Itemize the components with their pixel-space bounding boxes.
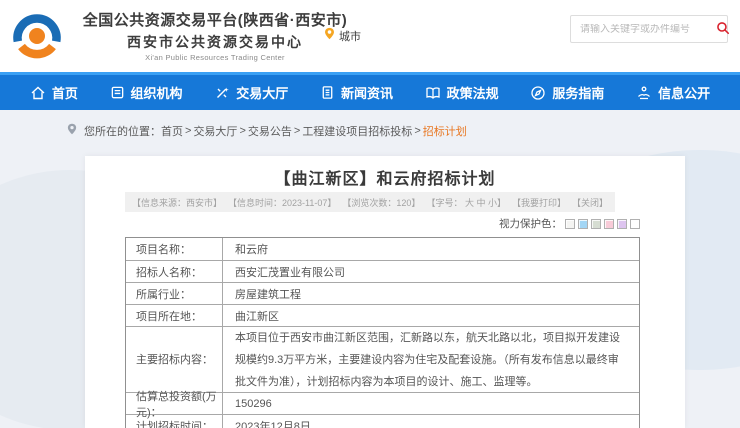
- nav-label: 组织机构: [131, 83, 183, 102]
- row-label: 所属行业：: [126, 283, 223, 304]
- bid-info-table: 项目名称： 和云府 招标人名称： 西安汇茂置业有限公司 所属行业： 房屋建筑工程…: [125, 237, 640, 428]
- nav-item-news[interactable]: 新闻资讯: [320, 83, 393, 102]
- vision-color-swatch-3[interactable]: [591, 219, 601, 229]
- search-icon: [716, 21, 730, 38]
- city-selector[interactable]: 城市: [323, 26, 361, 46]
- row-value: 150296: [223, 393, 639, 414]
- breadcrumb-trade-notice[interactable]: 交易公告: [248, 123, 292, 139]
- row-value: 曲江新区: [223, 305, 639, 326]
- site-subtitle-en: Xi'an Public Resources Trading Center: [70, 53, 360, 62]
- nav-label: 首页: [52, 83, 78, 102]
- vision-color-swatch-2[interactable]: [578, 219, 588, 229]
- nav-item-trade-hall[interactable]: 交易大厅: [214, 83, 288, 102]
- breadcrumb-separator: >: [185, 125, 191, 137]
- meta-views: 【浏览次数：120】: [342, 196, 420, 209]
- main-nav: 首页 组织机构 交易大厅 新闻资讯 政策法规 服务指南 信息公开: [0, 72, 740, 110]
- meta-print-button[interactable]: 【我要打印】: [512, 196, 566, 209]
- table-row-planned-date: 计划招标时间： 2023年12月8日: [126, 414, 639, 428]
- row-value: 房屋建筑工程: [223, 283, 639, 304]
- nav-label: 交易大厅: [236, 83, 288, 102]
- site-logo-icon: [10, 8, 64, 62]
- row-label: 主要招标内容：: [126, 327, 223, 392]
- breadcrumb-current[interactable]: 招标计划: [423, 123, 467, 139]
- nav-label: 新闻资讯: [341, 83, 393, 102]
- nav-item-home[interactable]: 首页: [30, 83, 78, 102]
- page-title: 【曲江新区】和云府招标计划: [85, 165, 685, 189]
- nav-item-info-disclosure[interactable]: 信息公开: [636, 83, 710, 102]
- table-row-industry: 所属行业： 房屋建筑工程: [126, 282, 639, 304]
- site-subtitle: 西安市公共资源交易中心: [70, 32, 360, 52]
- article-meta-bar: 【信息来源：西安市】 【信息时间：2023-11-07】 【浏览次数：120】 …: [125, 192, 615, 212]
- nav-item-policy[interactable]: 政策法规: [425, 83, 499, 102]
- vision-color-swatch-1[interactable]: [565, 219, 575, 229]
- row-value: 西安汇茂置业有限公司: [223, 261, 639, 282]
- nav-label: 政策法规: [447, 83, 499, 102]
- row-label: 计划招标时间：: [126, 415, 223, 428]
- breadcrumb-separator: >: [294, 125, 300, 137]
- nav-item-organization[interactable]: 组织机构: [110, 83, 183, 102]
- table-row-tenderer: 招标人名称： 西安汇茂置业有限公司: [126, 260, 639, 282]
- breadcrumb-separator: >: [414, 125, 420, 137]
- breadcrumb-separator: >: [239, 125, 245, 137]
- row-label: 估算总投资额(万元)：: [126, 393, 223, 414]
- city-label: 城市: [339, 28, 361, 44]
- table-row-location: 项目所在地： 曲江新区: [126, 304, 639, 326]
- row-label: 项目名称：: [126, 238, 223, 260]
- row-label: 招标人名称：: [126, 261, 223, 282]
- site-title-block: 全国公共资源交易平台(陕西省·西安市) 西安市公共资源交易中心 Xi'an Pu…: [70, 9, 360, 62]
- org-icon: [110, 85, 125, 100]
- search-box: [570, 15, 728, 43]
- vision-protect-label: 视力保护色：: [499, 216, 562, 231]
- nav-label: 信息公开: [658, 83, 710, 102]
- table-row-project-name: 项目名称： 和云府: [126, 238, 639, 260]
- vision-protect-row: 视力保护色：: [499, 216, 640, 231]
- location-pin-icon: [323, 26, 336, 46]
- breadcrumb-pin-icon: [66, 122, 78, 139]
- row-value: 2023年12月8日: [223, 415, 639, 428]
- table-row-main-content: 主要招标内容： 本项目位于西安市曲江新区范围，汇新路以东，航天北路以北，项目拟开…: [126, 326, 639, 392]
- breadcrumb: 您所在的位置： 首页 > 交易大厅 > 交易公告 > 工程建设项目招标投标 > …: [66, 122, 467, 139]
- table-row-investment: 估算总投资额(万元)： 150296: [126, 392, 639, 414]
- breadcrumb-construction-bidding[interactable]: 工程建设项目招标投标: [302, 123, 412, 139]
- search-input[interactable]: [571, 24, 716, 35]
- hand-icon: [636, 85, 652, 101]
- compass-icon: [530, 85, 546, 101]
- breadcrumb-trade-hall[interactable]: 交易大厅: [193, 123, 237, 139]
- site-title: 全国公共资源交易平台(陕西省·西安市): [70, 9, 360, 30]
- site-header: 全国公共资源交易平台(陕西省·西安市) 西安市公共资源交易中心 Xi'an Pu…: [0, 0, 740, 72]
- row-value: 本项目位于西安市曲江新区范围，汇新路以东，航天北路以北，项目拟开发建设规模约9.…: [223, 327, 639, 392]
- meta-font-size[interactable]: 【字号： 大 中 小】: [426, 196, 506, 209]
- meta-date: 【信息时间：2023-11-07】: [228, 196, 336, 209]
- news-icon: [320, 85, 335, 100]
- policy-book-icon: [425, 85, 441, 101]
- nav-label: 服务指南: [552, 83, 604, 102]
- article-panel: 【曲江新区】和云府招标计划 【信息来源：西安市】 【信息时间：2023-11-0…: [85, 156, 685, 428]
- trade-hall-icon: [214, 85, 230, 101]
- page: 全国公共资源交易平台(陕西省·西安市) 西安市公共资源交易中心 Xi'an Pu…: [0, 0, 740, 428]
- breadcrumb-prefix: 您所在的位置：: [84, 123, 161, 139]
- vision-color-swatch-6[interactable]: [630, 219, 640, 229]
- row-label: 项目所在地：: [126, 305, 223, 326]
- vision-color-swatch-5[interactable]: [617, 219, 627, 229]
- row-value: 和云府: [223, 238, 639, 260]
- search-button[interactable]: [716, 16, 730, 42]
- nav-item-service-guide[interactable]: 服务指南: [530, 83, 604, 102]
- home-icon: [30, 85, 46, 101]
- breadcrumb-home[interactable]: 首页: [161, 123, 183, 139]
- meta-source: 【信息来源：西安市】: [132, 196, 222, 209]
- meta-close-button[interactable]: 【关闭】: [572, 196, 608, 209]
- vision-color-swatch-4[interactable]: [604, 219, 614, 229]
